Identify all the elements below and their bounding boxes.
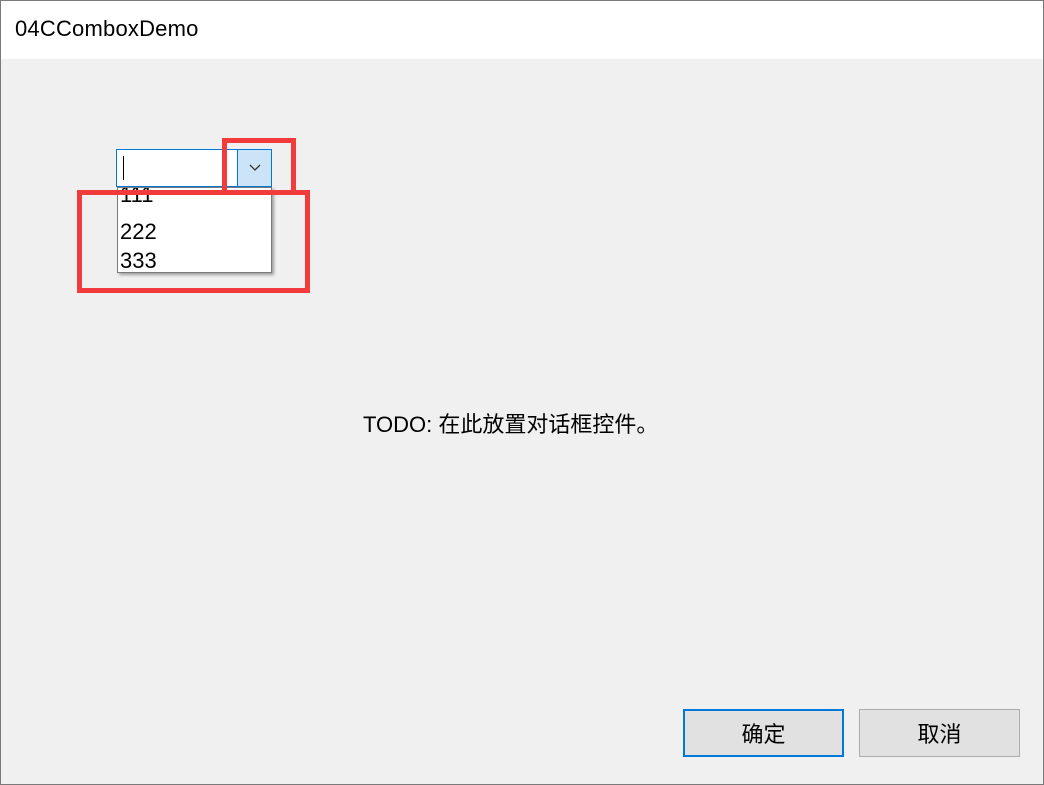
text-caret [123, 156, 124, 180]
title-bar[interactable]: 04CComboxDemo [1, 1, 1043, 59]
dialog-window: 04CComboxDemo 111 222 333 TODO: 在此放置对话框控… [0, 0, 1044, 785]
cancel-button[interactable]: 取消 [859, 709, 1020, 757]
ok-button[interactable]: 确定 [683, 709, 844, 757]
combo-dropdown-button[interactable] [237, 150, 271, 186]
combo-dropdown-list[interactable]: 111 222 333 [117, 187, 272, 273]
combo-edit-field[interactable] [117, 150, 237, 186]
todo-static-text: TODO: 在此放置对话框控件。 [363, 412, 659, 437]
window-title: 04CComboxDemo [15, 16, 199, 41]
combo-list-item[interactable]: 333 [120, 246, 157, 272]
combo-list-item[interactable]: 222 [120, 217, 157, 246]
combo-box[interactable] [116, 149, 272, 187]
combo-list-item[interactable]: 111 [120, 188, 153, 209]
chevron-down-icon [249, 164, 261, 171]
